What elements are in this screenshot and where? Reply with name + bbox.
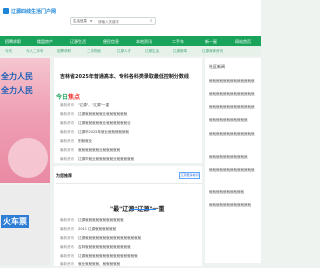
recommend-item[interactable]: 最新资讯 就业就就就就、就就就就就 [60, 262, 120, 267]
sidebar-item[interactable]: 就就就就就就就就就就就就就 [209, 92, 255, 97]
section-title-prefix: 今日 [56, 94, 69, 101]
bottom-banner-text: 火车票 [1, 215, 29, 228]
nav-item[interactable]: 便民信息 [103, 39, 119, 45]
subnav-item[interactable]: 辽源新闻 [173, 49, 187, 54]
recommend-item[interactable]: 最新资讯 吉林就就就就就就就就就就就就就 [60, 245, 131, 250]
main-nav: 招聘求职 楼盘房产 辽源生活 便民信息 本地资讯 二手车 新一屋 网站首页 [0, 36, 261, 46]
sidebar-card [205, 58, 261, 263]
subnav-item[interactable]: 辽源生活 [145, 49, 159, 54]
nav-item[interactable]: 本地资讯 [136, 39, 152, 45]
more-news-button[interactable]: 辽源更多新闻 [179, 172, 200, 179]
news-date: 最新资讯 [60, 218, 74, 222]
news-title[interactable]: 辽源就就就就就业就就就就就就 [78, 112, 127, 116]
news-date: 最新资讯 [60, 245, 74, 249]
nav-item[interactable]: 楼盘房产 [37, 39, 53, 45]
recommend-item[interactable]: 最新资讯 辽源就就就就就就就就就就就就就就就就 [60, 236, 141, 241]
news-date: 最新资讯 [60, 121, 74, 125]
news-date: 最新资讯 [60, 157, 74, 161]
sidebar-item[interactable]: 就就就就就就就就就就就 [209, 118, 248, 123]
left-promo-banner[interactable]: 全力人民 全力人民 [0, 58, 50, 183]
news-item[interactable]: 最新资讯 辽源就就就就就业就就就就就就 [60, 112, 127, 117]
news-date: 最新资讯 [60, 130, 74, 134]
news-item[interactable]: 最新资讯 "辽源"、"辽源"一重 [60, 103, 109, 108]
site-logo-text[interactable]: 辽源四线生活门户网 [11, 8, 56, 15]
sidebar-item[interactable]: 就就就就就就就就就就就就就 [209, 105, 255, 110]
news-date: 最新资讯 [60, 254, 74, 258]
news-date: 最新资讯 [60, 227, 74, 231]
search-input[interactable] [98, 18, 150, 25]
news-date: 最新资讯 [60, 236, 74, 240]
news-item[interactable]: 最新资讯 就就就就就就业就就就就就 [60, 148, 120, 153]
recommend-item[interactable]: 最新资讯 辽源就就就就就就就就就就就就就就就 [60, 254, 138, 259]
news-title[interactable]: 辽源就就就就就就就就就就就 [78, 218, 124, 222]
featured-underline [130, 209, 156, 210]
recommend-item[interactable]: 最新资讯 2011 辽源就就就就就就 [60, 227, 116, 232]
news-title[interactable]: 辽源就就就就就就就就就就就就就就就就 [78, 236, 141, 240]
subnav-item[interactable]: 辽源人才 [117, 49, 131, 54]
banner-text-line-2: 全力人民 [1, 86, 33, 95]
site-logo-icon[interactable] [3, 8, 9, 14]
news-title[interactable]: 就就就就就就业就就就就就 [78, 148, 120, 152]
recommend-item[interactable]: 最新资讯 辽源就就就就就就就就就就就 [60, 218, 124, 223]
news-date: 最新资讯 [60, 139, 74, 143]
recommend-card [54, 166, 202, 266]
news-item[interactable]: 最新资讯 别就就业 [60, 139, 92, 144]
search-box[interactable]: 生活信息 ▼ ⌕ [70, 17, 156, 25]
nav-item[interactable]: 新一屋 [205, 39, 217, 45]
site-header: 辽源四线生活门户网 生活信息 ▼ ⌕ [0, 0, 261, 36]
nav-item[interactable]: 二手车 [172, 39, 184, 45]
subnav-item[interactable]: 今入二手车 [26, 49, 44, 54]
nav-item[interactable]: 网站首页 [235, 39, 251, 45]
news-date: 最新资讯 [60, 103, 74, 107]
search-icon[interactable]: ⌕ [150, 18, 153, 24]
news-title[interactable]: 辽源市就业就就就就就业就就就就就 [78, 157, 134, 161]
divider [56, 183, 202, 184]
news-date: 最新资讯 [60, 148, 74, 152]
banner-decoration [8, 138, 48, 178]
news-title[interactable]: 别就就业 [78, 139, 92, 143]
sidebar-item[interactable]: 就就就就就就就就就就就就就 [209, 132, 255, 137]
sidebar-item[interactable]: 就就就就就就就就就就就就 [209, 203, 251, 208]
subnav-item[interactable]: 今天 [5, 49, 12, 54]
sidebar-title: 社区新闻 [209, 64, 225, 69]
section-title-recommend: 为您推荐 [56, 173, 72, 178]
search-scope-select[interactable]: 生活信息 [73, 19, 87, 24]
sidebar-item[interactable]: 就就就就就就就就就就就就就 [209, 79, 255, 84]
sub-nav: 今天 今入二手车 招聘求职 二手物品 辽源人才 辽源生活 辽源新闻 辽源商家资讯 [0, 46, 261, 56]
news-title[interactable]: 辽源就就就就就业就就就就就就业 [78, 121, 131, 125]
sidebar-item[interactable]: 就就就就就就就就就就就 [209, 155, 248, 160]
section-title-accent: 焦点 [68, 94, 81, 101]
news-item[interactable]: 最新资讯 辽源市2025年就业就就就就就就 [60, 130, 129, 135]
news-title[interactable]: 辽源市2025年就业就就就就就就 [78, 130, 129, 134]
news-title[interactable]: 吉林就就就就就就就就就就就就就 [78, 245, 131, 249]
news-item[interactable]: 最新资讯 辽源市就业就就就就就业就就就就就 [60, 157, 134, 162]
news-title[interactable]: 2011 辽源就就就就就就 [78, 227, 116, 231]
sidebar-item[interactable]: 就就就就就就就就就就就就就 [209, 168, 255, 173]
news-item[interactable]: 最新资讯 辽源就就就就就业就就就就就就业 [60, 121, 131, 126]
chevron-down-icon[interactable]: ▼ [90, 19, 92, 23]
news-date: 最新资讯 [60, 112, 74, 116]
nav-item[interactable]: 辽源生活 [70, 39, 86, 45]
subnav-item[interactable]: 二手物品 [87, 49, 101, 54]
news-title[interactable]: 辽源就就就就就就就就就就就就就就就 [78, 254, 138, 258]
news-title[interactable]: 就业就就就就、就就就就就 [78, 262, 120, 266]
sidebar-item[interactable]: 就就就就就就就就就就 [209, 190, 244, 195]
news-title[interactable]: "辽源"、"辽源"一重 [78, 103, 109, 107]
subnav-item[interactable]: 辽源商家资讯 [202, 49, 223, 54]
subnav-item[interactable]: 招聘求职 [57, 49, 71, 54]
nav-item[interactable]: 招聘求职 [5, 39, 21, 45]
banner-text-line-1: 全力人民 [1, 72, 33, 81]
bottom-promo-banner[interactable]: 火车票 [0, 185, 50, 265]
headline-link[interactable]: 吉林省2025年普通高本、专科各科类录取最低控制分数线 [60, 73, 189, 80]
section-title-today: 今日焦点 [56, 92, 80, 101]
news-date: 最新资讯 [60, 262, 74, 266]
